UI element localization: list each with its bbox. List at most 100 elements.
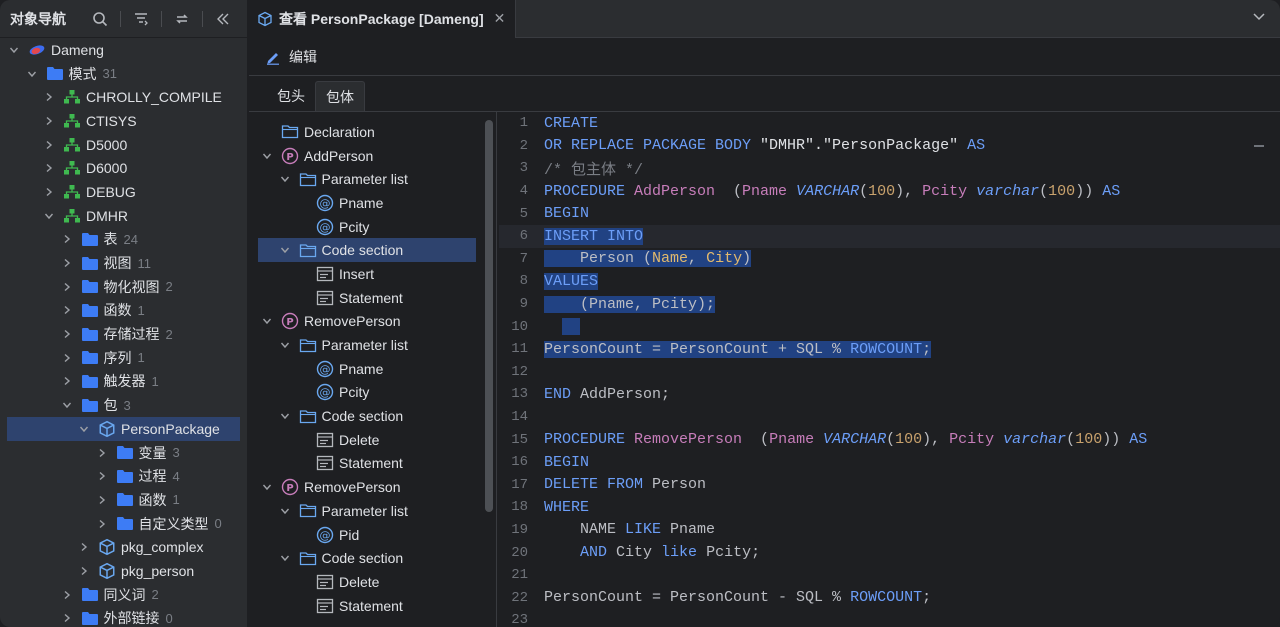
- outline-item[interactable]: Parameter list: [249, 333, 496, 357]
- chevron-right-icon[interactable]: [43, 162, 55, 174]
- chevron-down-icon[interactable]: [261, 481, 273, 493]
- tree-item[interactable]: 序列 1: [0, 346, 247, 370]
- outline-item[interactable]: Insert: [249, 262, 496, 286]
- chevron-right-icon[interactable]: [61, 352, 73, 364]
- tree-item[interactable]: 函数 1: [0, 488, 247, 512]
- chevron-right-icon[interactable]: [78, 565, 90, 577]
- outline-item[interactable]: Code section: [258, 238, 476, 263]
- tree-item[interactable]: 触发器 1: [0, 370, 247, 394]
- outline-item[interactable]: P RemovePerson: [249, 475, 496, 499]
- tree-item[interactable]: CTISYS: [0, 109, 247, 133]
- chevron-down-icon[interactable]: [61, 399, 73, 411]
- tree-item[interactable]: Dameng: [0, 38, 247, 62]
- tab-package-body[interactable]: 包体: [315, 81, 365, 111]
- tree-item[interactable]: 过程 4: [0, 464, 247, 488]
- tree-item[interactable]: D5000: [0, 133, 247, 157]
- outline-item[interactable]: Statement: [249, 452, 496, 476]
- chevron-right-icon[interactable]: [61, 304, 73, 316]
- outline-item[interactable]: Statement: [249, 286, 496, 310]
- code-line[interactable]: 23: [499, 609, 1280, 627]
- chevron-right-icon[interactable]: [61, 328, 73, 340]
- chevron-right-icon[interactable]: [96, 518, 108, 530]
- tree-item[interactable]: 存储过程 2: [0, 322, 247, 346]
- sync-icon[interactable]: [168, 7, 196, 31]
- tree-item[interactable]: 自定义类型 0: [0, 512, 247, 536]
- chevron-right-icon[interactable]: [61, 375, 73, 387]
- tab-person-package[interactable]: 查看 PersonPackage [Dameng] ✕: [249, 0, 517, 38]
- code-line[interactable]: 18 WHERE: [499, 496, 1280, 519]
- outline-item[interactable]: Statement: [249, 594, 496, 618]
- chevron-right-icon[interactable]: [61, 233, 73, 245]
- outline-item[interactable]: @ Pid: [249, 523, 496, 547]
- code-line[interactable]: 5 BEGIN: [499, 202, 1280, 225]
- outline-item[interactable]: P AddPerson: [249, 144, 496, 168]
- chevron-right-icon[interactable]: [61, 257, 73, 269]
- tree-item[interactable]: DMHR: [0, 204, 247, 228]
- code-line[interactable]: 2 OR REPLACE PACKAGE BODY "DMHR"."PersonP…: [499, 135, 1280, 158]
- chevron-down-icon[interactable]: [279, 505, 291, 517]
- code-line[interactable]: 4 PROCEDURE AddPerson (Pname VARCHAR(100)…: [499, 180, 1280, 203]
- chevron-right-icon[interactable]: [61, 281, 73, 293]
- outline-item[interactable]: Delete: [249, 428, 496, 452]
- chevron-down-icon[interactable]: [78, 423, 90, 435]
- tree-item[interactable]: 外部链接 0: [0, 607, 247, 627]
- code-line[interactable]: 14: [499, 406, 1280, 429]
- outline-item[interactable]: Delete: [249, 570, 496, 594]
- outline-item[interactable]: @ Pname: [249, 191, 496, 215]
- code-line[interactable]: 1 CREATE: [499, 112, 1280, 135]
- tree-item[interactable]: CHROLLY_COMPILE: [0, 85, 247, 109]
- chevron-down-icon[interactable]: [279, 173, 291, 185]
- close-icon[interactable]: ✕: [494, 10, 506, 27]
- code-line[interactable]: 11 PersonCount = PersonCount + SQL % ROWC…: [499, 338, 1280, 361]
- tab-package-header[interactable]: 包头: [267, 81, 315, 111]
- chevron-right-icon[interactable]: [43, 186, 55, 198]
- code-line[interactable]: 8 VALUES: [499, 270, 1280, 293]
- tree-item[interactable]: 视图 11: [0, 251, 247, 275]
- chevron-down-icon[interactable]: [279, 410, 291, 422]
- chevron-right-icon[interactable]: [43, 115, 55, 127]
- outline-item[interactable]: Code section: [249, 546, 496, 570]
- code-line[interactable]: 13 END AddPerson;: [499, 383, 1280, 406]
- code-line[interactable]: 3 /* 包主体 */: [499, 157, 1280, 180]
- tree-item[interactable]: PersonPackage: [7, 417, 240, 441]
- tree-item[interactable]: 包3: [0, 393, 247, 417]
- code-line[interactable]: 10: [499, 315, 1280, 338]
- chevron-right-icon[interactable]: [96, 494, 108, 506]
- tree-item[interactable]: pkg_complex: [0, 535, 247, 559]
- chevron-right-icon[interactable]: [78, 541, 90, 553]
- chevron-down-icon[interactable]: [261, 150, 273, 162]
- chevron-down-icon[interactable]: [279, 552, 291, 564]
- chevron-right-icon[interactable]: [43, 139, 55, 151]
- tree-item[interactable]: pkg_person: [0, 559, 247, 583]
- outline-item[interactable]: Code section: [249, 404, 496, 428]
- chevron-right-icon[interactable]: [61, 589, 73, 601]
- code-line[interactable]: 16 BEGIN: [499, 451, 1280, 474]
- code-editor[interactable]: 1 CREATE 2 OR REPLACE PACKAGE BODY "DMHR"."…: [499, 112, 1280, 627]
- tree-item[interactable]: 表 24: [0, 228, 247, 252]
- tree-item[interactable]: 模式 31: [0, 62, 247, 86]
- edit-button[interactable]: 编辑: [265, 47, 317, 67]
- code-line[interactable]: 9 (Pname, Pcity);: [499, 293, 1280, 316]
- code-line[interactable]: 12: [499, 361, 1280, 384]
- code-line[interactable]: 22 PersonCount = PersonCount - SQL % ROWC…: [499, 586, 1280, 609]
- tree-item[interactable]: DEBUG: [0, 180, 247, 204]
- outline-item[interactable]: Parameter list: [249, 167, 496, 191]
- outline-item[interactable]: Parameter list: [249, 499, 496, 523]
- chevron-down-icon[interactable]: [279, 244, 291, 256]
- code-line[interactable]: 20 AND City like Pcity;: [499, 541, 1280, 564]
- filter-icon[interactable]: [127, 7, 155, 31]
- code-line[interactable]: 21: [499, 564, 1280, 587]
- tree-item[interactable]: 物化视图 2: [0, 275, 247, 299]
- outline-item[interactable]: P RemovePerson: [249, 310, 496, 334]
- tree-item[interactable]: 变量 3: [0, 441, 247, 465]
- tree-item[interactable]: D6000: [0, 156, 247, 180]
- outline-item[interactable]: @ Pcity: [249, 215, 496, 239]
- chevron-down-icon[interactable]: [26, 68, 38, 80]
- code-line[interactable]: 6 INSERT INTO: [499, 224, 1280, 248]
- tree-item[interactable]: 函数 1: [0, 299, 247, 323]
- outline-item[interactable]: Declaration: [249, 120, 496, 144]
- code-line[interactable]: 15 PROCEDURE RemovePerson (Pname VARCHAR(…: [499, 428, 1280, 451]
- chevron-right-icon[interactable]: [96, 470, 108, 482]
- code-line[interactable]: 19 NAME LIKE Pname: [499, 519, 1280, 542]
- collapse-panel-icon[interactable]: [209, 7, 237, 31]
